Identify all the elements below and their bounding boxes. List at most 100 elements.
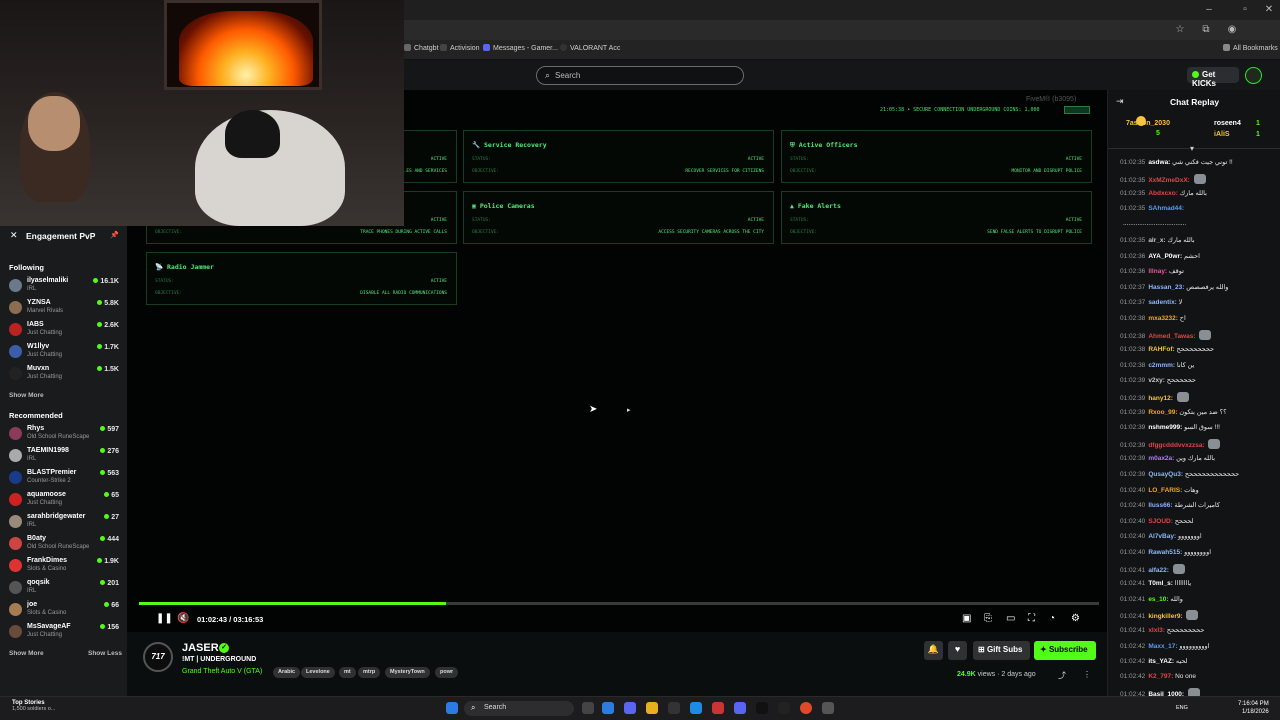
clock[interactable]: 7:16:04 PM 1/18/2026 [1238, 700, 1269, 716]
show-more-recommended[interactable]: Show More [9, 650, 44, 657]
subscribe-button[interactable]: ✦ Subscribe [1034, 641, 1096, 660]
sidebar-channel-qoqsik[interactable]: qoqsik IRL 201 [0, 577, 127, 599]
chat-username[interactable]: XxMZmeDxX: [1148, 177, 1190, 184]
sidebar-channel-b0aty[interactable]: B0aty Old School RuneScape 444 [0, 533, 127, 555]
panel-police-cameras[interactable]: ▣ Police Cameras STATUS: ACTIVE OBJECTIVE… [463, 191, 774, 244]
channel-avatar[interactable]: 717 [143, 642, 173, 672]
chat-username[interactable]: c2mmm: [1148, 362, 1175, 369]
sidebar-channel-joe[interactable]: joe Slots & Casino 66 [0, 599, 127, 621]
app-icon[interactable] [712, 702, 724, 714]
bookmark-messages[interactable]: Messages - Gamer... [483, 44, 558, 52]
chat-username[interactable]: alfa22: [1148, 567, 1169, 574]
chat-username[interactable]: Maxx_17: [1148, 643, 1177, 650]
chat-username[interactable]: Abdxcxo: [1148, 190, 1178, 197]
chat-username[interactable]: hany12: [1148, 395, 1173, 402]
panel-service-recovery[interactable]: 🔧 Service Recovery STATUS: ACTIVE OBJECTI… [463, 130, 774, 183]
sidebar-channel-rhys[interactable]: Rhys Old School RuneScape 597 [0, 423, 127, 445]
sidebar-channel-taemin1998[interactable]: TAEMIN1998 IRL 276 [0, 445, 127, 467]
get-kicks-button[interactable]: Get KICKs [1187, 67, 1239, 88]
chat-username[interactable]: T0ml_s: [1148, 580, 1173, 587]
sidebar-channel-muvxn[interactable]: Muvxn Just Chatting 1.5K [0, 363, 127, 385]
chat-username[interactable]: v2xy: [1148, 377, 1165, 384]
show-more-following[interactable]: Show More [9, 392, 44, 399]
show-less[interactable]: Show Less [88, 650, 122, 657]
all-bookmarks[interactable]: All Bookmarks [1223, 44, 1278, 52]
chat-username[interactable]: alr_x: [1148, 237, 1165, 244]
theater-icon[interactable]: ▭ [1006, 613, 1015, 624]
tag-mysterytown[interactable]: MysteryTown [385, 667, 430, 678]
fullscreen-icon[interactable]: ⛶ [1028, 613, 1035, 624]
gifter-name[interactable]: iAliS [1214, 131, 1230, 138]
chat-username[interactable]: SJOUD: [1148, 518, 1173, 525]
miniplayer-icon[interactable]: ▣ [962, 613, 971, 624]
tag-mtrp[interactable]: mtrp [358, 667, 381, 678]
teams-icon[interactable] [624, 702, 636, 714]
progress-bar[interactable] [139, 602, 1099, 605]
chat-username[interactable]: QusayQu3: [1148, 471, 1183, 478]
profile-icon[interactable]: ◉ [1226, 24, 1238, 36]
tag-mt[interactable]: mt [339, 667, 356, 678]
chat-username[interactable]: xlxl3: [1148, 627, 1165, 634]
follow-heart-icon[interactable]: ♥ [948, 641, 967, 660]
sidebar-channel-sarahbridgewater[interactable]: sarahbridgewater IRL 27 [0, 511, 127, 533]
pin-icon[interactable]: 📌 [110, 231, 119, 239]
chat-username[interactable]: its_YAZ: [1148, 658, 1174, 665]
extensions-icon[interactable]: ⧉ [1200, 24, 1212, 36]
maximize-icon[interactable]: ▫ [1238, 4, 1252, 16]
sidebar-channel-iabs[interactable]: IABS Just Chatting 2.6K [0, 319, 127, 341]
chat-username[interactable]: SAhmad44: [1148, 205, 1184, 212]
search-input[interactable]: ⌕ Search [536, 66, 744, 85]
chat-username[interactable]: lluss66: [1148, 502, 1172, 509]
chat-username[interactable]: K2_797: [1148, 673, 1173, 680]
chat-username[interactable]: m0ax2a: [1148, 455, 1174, 462]
windows-start-icon[interactable] [446, 702, 458, 714]
terminal-icon[interactable] [778, 702, 790, 714]
chat-username[interactable]: Ahmed_Tawas: [1148, 333, 1195, 340]
news-widget[interactable]: Top Stories 1,500 soldiers o... [12, 700, 55, 712]
pause-icon[interactable]: ❚❚ [156, 613, 173, 624]
chat-username[interactable]: dfggcdddvvxzzsa: [1148, 442, 1204, 449]
chat-username[interactable]: es_10: [1148, 596, 1168, 603]
chat-username[interactable]: Rawah515: [1148, 549, 1182, 556]
edge-icon[interactable] [690, 702, 702, 714]
share-icon[interactable]: ⤴ [1058, 670, 1066, 681]
sidebar-channel-ilyaselmaliki[interactable]: ilyaselmaliki IRL 16.1K [0, 275, 127, 297]
clip-icon[interactable]: ⎘ [984, 613, 992, 624]
chat-username[interactable]: mxa3232: [1148, 315, 1178, 322]
tag-powr[interactable]: powr [435, 667, 459, 678]
minimize-icon[interactable]: – [1202, 4, 1216, 16]
taskbar-search[interactable]: ⌕ Search [464, 701, 574, 716]
chat-username[interactable]: RAHFof: [1148, 346, 1174, 353]
discord-icon[interactable] [734, 702, 746, 714]
tag-levelone[interactable]: Levelone [301, 667, 335, 678]
mute-icon[interactable]: 🔇 [177, 613, 189, 624]
speed-icon[interactable]: ◔ [1049, 613, 1055, 624]
chat-username[interactable]: Al7vBay: [1148, 533, 1176, 540]
chevron-down-icon[interactable]: ▾ [1190, 144, 1194, 153]
star-icon[interactable]: ☆ [1174, 24, 1186, 36]
task-view-icon[interactable] [582, 702, 594, 714]
chat-username[interactable]: AYA_P0wr: [1148, 253, 1182, 260]
bookmark-chatgbt[interactable]: Chatgbt [404, 44, 439, 52]
chat-username[interactable]: asdwa: [1148, 159, 1170, 166]
chat-username[interactable]: LO_FARIS: [1148, 487, 1182, 494]
chat-username[interactable]: Rxoo_99: [1148, 409, 1177, 416]
notification-bell-icon[interactable]: 🔔 [924, 641, 943, 660]
user-avatar[interactable] [1245, 67, 1262, 84]
chat-username[interactable]: lllnay: [1148, 268, 1167, 275]
channel-name[interactable]: JASER [182, 642, 219, 654]
chat-username[interactable]: kingkiller9: [1148, 613, 1182, 620]
copilot-icon[interactable] [602, 702, 614, 714]
chat-username[interactable]: sadentix: [1148, 299, 1177, 306]
sidebar-channel-frankdimes[interactable]: FrankDimes Slots & Casino 1.9K [0, 555, 127, 577]
store-icon[interactable] [668, 702, 680, 714]
close-icon[interactable]: ✕ [10, 230, 18, 241]
sidebar-channel-w1llyv[interactable]: W1llyv Just Chatting 1.7K [0, 341, 127, 363]
bookmark-activision[interactable]: Activision [440, 44, 480, 52]
epic-icon[interactable] [756, 702, 768, 714]
gift-subs-button[interactable]: ⊞ Gift Subs [973, 641, 1030, 660]
more-options-icon[interactable]: ⋮ [1083, 670, 1091, 679]
sidebar-channel-mssavageaf[interactable]: MsSavageAF Just Chatting 156 [0, 621, 127, 643]
tag-arabic[interactable]: Arabic [273, 667, 301, 678]
gifter-name[interactable]: 7asoon_2030 [1126, 120, 1170, 127]
